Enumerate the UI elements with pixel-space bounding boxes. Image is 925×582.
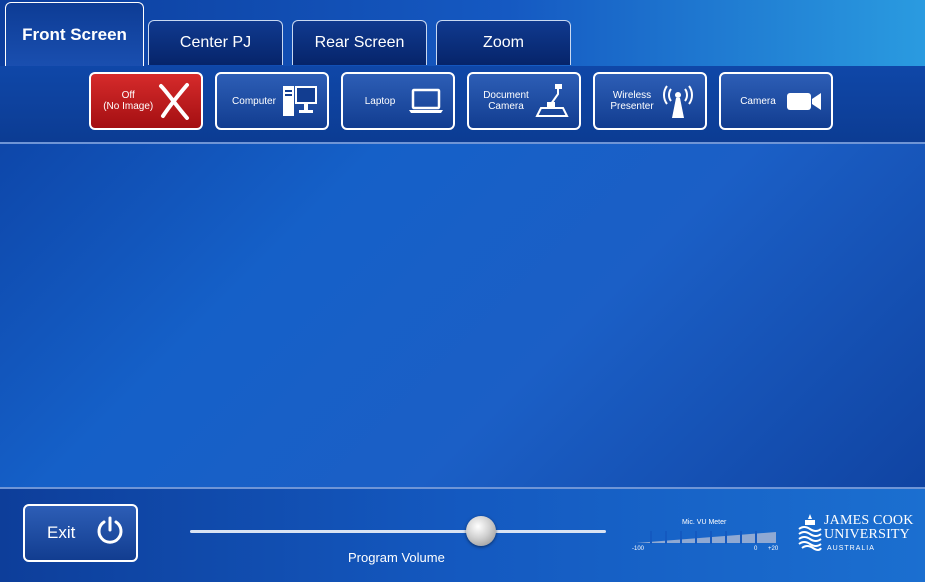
- camera-button[interactable]: Camera: [719, 72, 833, 130]
- wireless-antenna-icon: [659, 81, 697, 121]
- program-volume-label: Program Volume: [348, 550, 445, 565]
- logo-line-3: AUSTRALIA: [827, 545, 875, 552]
- document-camera-button[interactable]: Document Camera: [467, 72, 581, 130]
- source-bar: Off (No Image) Computer Laptop Document …: [0, 66, 925, 144]
- tab-front-screen[interactable]: Front Screen: [5, 2, 144, 67]
- x-icon: [155, 81, 193, 121]
- wireless-presenter-button[interactable]: Wireless Presenter: [593, 72, 707, 130]
- power-icon: [94, 515, 126, 552]
- document-camera-label: Document Camera: [483, 90, 529, 112]
- tab-center-pj[interactable]: Center PJ: [148, 20, 283, 65]
- james-cook-university-logo: JAMES COOK UNIVERSITY AUSTRALIA: [797, 511, 922, 561]
- vu-tick-max: +20: [768, 546, 779, 552]
- wireless-presenter-label: Wireless Presenter: [610, 90, 654, 112]
- laptop-button[interactable]: Laptop: [341, 72, 455, 130]
- tab-strip: Front Screen Center PJ Rear Screen Zoom: [0, 0, 925, 67]
- camera-label: Camera: [740, 95, 776, 107]
- exit-button[interactable]: Exit: [23, 504, 138, 562]
- computer-label: Computer: [232, 95, 276, 107]
- program-volume-slider[interactable]: [190, 516, 606, 546]
- mic-vu-meter: Mic. VU Meter -100 0 +20: [630, 519, 780, 559]
- computer-icon: [281, 81, 319, 121]
- volume-slider-handle[interactable]: [466, 516, 497, 546]
- tab-zoom[interactable]: Zoom: [436, 20, 571, 65]
- tab-rear-screen[interactable]: Rear Screen: [292, 20, 427, 65]
- video-camera-icon: [785, 81, 823, 121]
- exit-label: Exit: [47, 523, 76, 542]
- wave-crest-icon: [798, 514, 822, 551]
- laptop-icon: [407, 81, 445, 121]
- laptop-label: Laptop: [364, 95, 396, 107]
- vu-meter-title: Mic. VU Meter: [682, 519, 727, 526]
- vu-meter-bars: [636, 531, 776, 544]
- document-camera-icon: [533, 81, 571, 121]
- logo-line-2: UNIVERSITY: [824, 527, 910, 542]
- bottom-bar: Exit Program Volume Mic. VU Meter -100 0…: [0, 487, 925, 582]
- vu-tick-min: -100: [632, 546, 645, 552]
- off-no-image-button[interactable]: Off (No Image): [89, 72, 203, 130]
- off-no-image-label: Off (No Image): [103, 90, 154, 112]
- computer-button[interactable]: Computer: [215, 72, 329, 130]
- vu-tick-zero: 0: [754, 546, 758, 552]
